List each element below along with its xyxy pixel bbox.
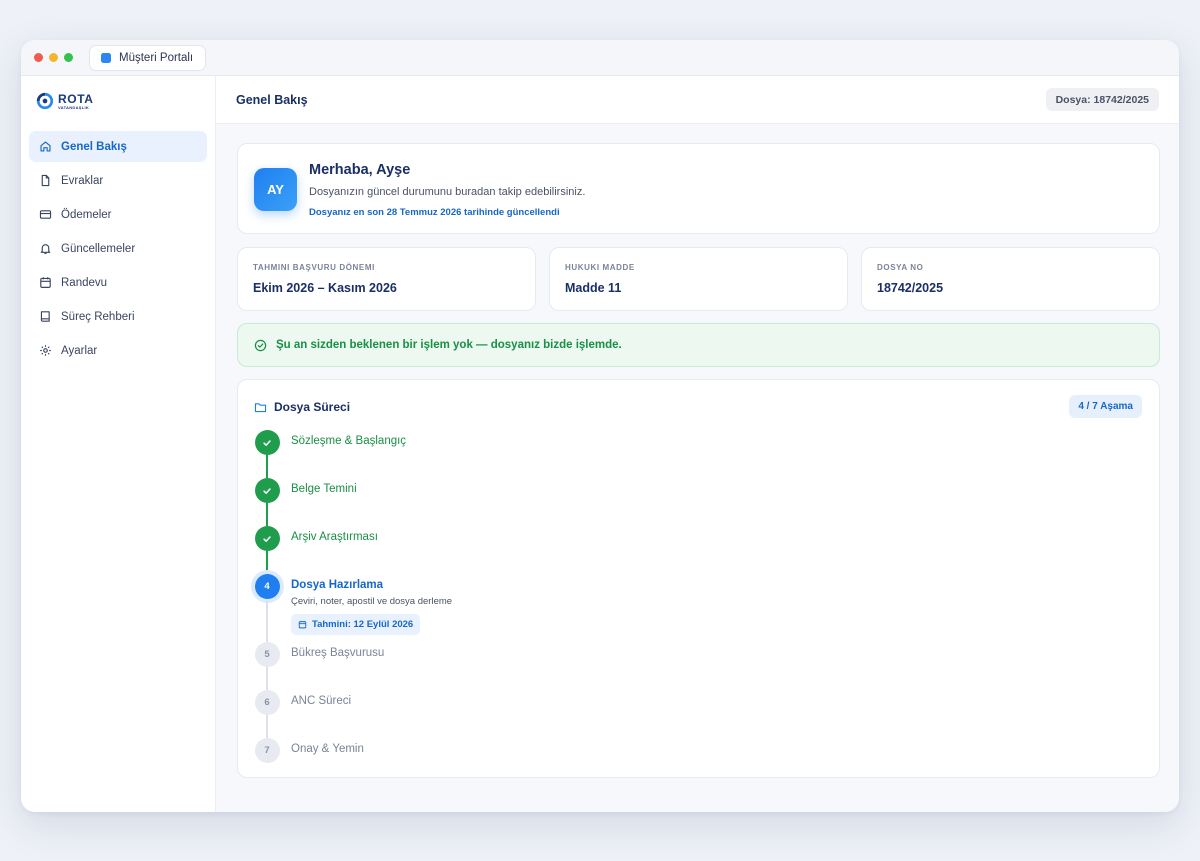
step-connector [266, 455, 268, 478]
browser-tab[interactable]: Müşteri Portalı [89, 44, 207, 71]
process-header: Dosya Süreci [254, 400, 350, 414]
stat-card-legal-article: HUKUKI MADDE Madde 11 [549, 247, 848, 311]
step-completed-marker [254, 478, 280, 503]
credit-card-icon [39, 210, 52, 219]
step-pending-marker: 6 [254, 690, 280, 715]
calendar-icon [40, 277, 51, 288]
check-circle-icon [254, 339, 267, 351]
process-step: 7 Onay & Yemin [254, 738, 452, 768]
stat-value: Madde 11 [565, 281, 622, 295]
brand-name: ROTA [58, 91, 94, 106]
sidebar-item-ayarlar[interactable]: Ayarlar [29, 335, 207, 366]
stat-card-file-number: DOSYA NO 18742/2025 [861, 247, 1160, 311]
sidebar-item-genel-bakis[interactable]: Genel Bakış [29, 131, 207, 162]
maximize-window-button[interactable] [64, 53, 73, 62]
window-titlebar: Müşteri Portalı [21, 40, 1179, 76]
avatar[interactable]: AY [254, 168, 297, 211]
stat-card-application-period: TAHMINI BAŞVURU DÖNEMI Ekim 2026 – Kasım… [237, 247, 536, 311]
status-alert-text: Şu an sizden beklenen bir işlem yok — do… [276, 339, 622, 351]
step-name: Sözleşme & Başlangıç [291, 435, 407, 447]
process-step: 6 ANC Süreci [254, 690, 452, 738]
stat-value: Ekim 2026 – Kasım 2026 [253, 281, 397, 295]
bell-icon [40, 244, 51, 254]
checkmark-icon [263, 439, 271, 446]
page-header: Genel Bakış Dosya: 18742/2025 [216, 76, 1179, 124]
sidebar-item-label: Süreç Rehberi [61, 310, 135, 323]
step-completed-marker [254, 526, 280, 551]
step-connector [266, 715, 268, 738]
rota-logo-icon [36, 92, 54, 110]
sidebar-item-odemeler[interactable]: Ödemeler [29, 199, 207, 230]
process-step-current: 4 Dosya Hazırlama Çeviri, noter, apostil… [254, 574, 452, 642]
brand-subtitle: VATANDAŞLIK [58, 104, 90, 110]
home-icon [40, 141, 51, 152]
main-content: Genel Bakış Dosya: 18742/2025 AY Merhaba… [216, 76, 1179, 812]
stat-label: HUKUKI MADDE [565, 263, 635, 272]
book-icon [40, 311, 50, 322]
sidebar-nav: Genel Bakış Evraklar Ödemeler Güncelleme… [29, 131, 207, 369]
greeting-title: Merhaba, Ayşe [309, 162, 411, 178]
folder-icon [254, 402, 267, 412]
last-updated-text: Dosyanız en son 28 Temmuz 2026 tarihinde… [309, 207, 560, 218]
tab-favicon-icon [101, 52, 111, 63]
process-step: Arşiv Araştırması [254, 526, 452, 574]
checkmark-icon [263, 487, 271, 494]
process-steps: Sözleşme & Başlangıç Belge Temini Arşiv … [254, 430, 452, 768]
document-icon [41, 174, 50, 187]
status-alert: Şu an sizden beklenen bir işlem yok — do… [237, 323, 1160, 367]
sidebar-item-evraklar[interactable]: Evraklar [29, 165, 207, 196]
step-connector [266, 551, 268, 574]
gear-icon [40, 345, 51, 356]
step-name: Belge Temini [291, 483, 357, 495]
sidebar-item-guncellemeler[interactable]: Güncellemeler [29, 233, 207, 264]
process-card: Dosya Süreci 4 / 7 Aşama Sözleşme & Başl… [237, 379, 1160, 778]
sidebar-item-label: Ödemeler [61, 208, 112, 221]
sidebar-item-label: Ayarlar [61, 344, 98, 357]
sidebar-item-label: Randevu [61, 276, 108, 289]
browser-window: Müşteri Portalı ROTA VATANDAŞLIK Genel B… [21, 40, 1179, 812]
process-step: Sözleşme & Başlangıç [254, 430, 452, 478]
step-pending-marker: 7 [254, 738, 280, 763]
step-name: ANC Süreci [291, 695, 352, 707]
calendar-icon [298, 620, 307, 629]
minimize-window-button[interactable] [49, 53, 58, 62]
step-current-marker: 4 [254, 574, 280, 599]
step-name: Arşiv Araştırması [291, 531, 378, 543]
step-connector [266, 667, 268, 690]
step-name: Onay & Yemin [291, 743, 364, 755]
checkmark-icon [263, 535, 271, 542]
file-number-badge: Dosya: 18742/2025 [1045, 88, 1159, 111]
step-connector [266, 503, 268, 526]
process-step: 5 Bükreş Başvurusu [254, 642, 452, 690]
sidebar-item-label: Evraklar [61, 174, 104, 187]
welcome-card: AY Merhaba, Ayşe Dosyanızın güncel durum… [237, 143, 1160, 234]
brand-logo[interactable]: ROTA VATANDAŞLIK [36, 92, 94, 110]
step-completed-marker [254, 430, 280, 455]
estimated-date-chip: Tahmini: 12 Eylül 2026 [291, 614, 421, 635]
sidebar-item-label: Genel Bakış [61, 140, 127, 153]
process-title: Dosya Süreci [274, 400, 351, 414]
estimated-date-text: Tahmini: 12 Eylül 2026 [312, 619, 414, 630]
welcome-description: Dosyanızın güncel durumunu buradan takip… [309, 186, 586, 198]
stat-label: DOSYA NO [877, 263, 924, 272]
step-pending-marker: 5 [254, 642, 280, 667]
page-title: Genel Bakış [236, 92, 308, 107]
sidebar-item-surec-rehberi[interactable]: Süreç Rehberi [29, 301, 207, 332]
step-name: Bükreş Başvurusu [291, 647, 385, 659]
tab-title: Müşteri Portalı [119, 51, 194, 64]
sidebar: ROTA VATANDAŞLIK Genel Bakış Evraklar Öd… [21, 76, 216, 812]
stat-value: 18742/2025 [877, 281, 944, 295]
stat-label: TAHMINI BAŞVURU DÖNEMI [253, 263, 375, 272]
step-description: Çeviri, noter, apostil ve dosya derleme [291, 596, 453, 607]
close-window-button[interactable] [34, 53, 43, 62]
sidebar-item-label: Güncellemeler [61, 242, 136, 255]
step-name: Dosya Hazırlama [291, 579, 384, 591]
sidebar-item-randevu[interactable]: Randevu [29, 267, 207, 298]
step-connector [266, 599, 268, 642]
stage-progress-badge: 4 / 7 Aşama [1069, 395, 1142, 418]
process-step: Belge Temini [254, 478, 452, 526]
